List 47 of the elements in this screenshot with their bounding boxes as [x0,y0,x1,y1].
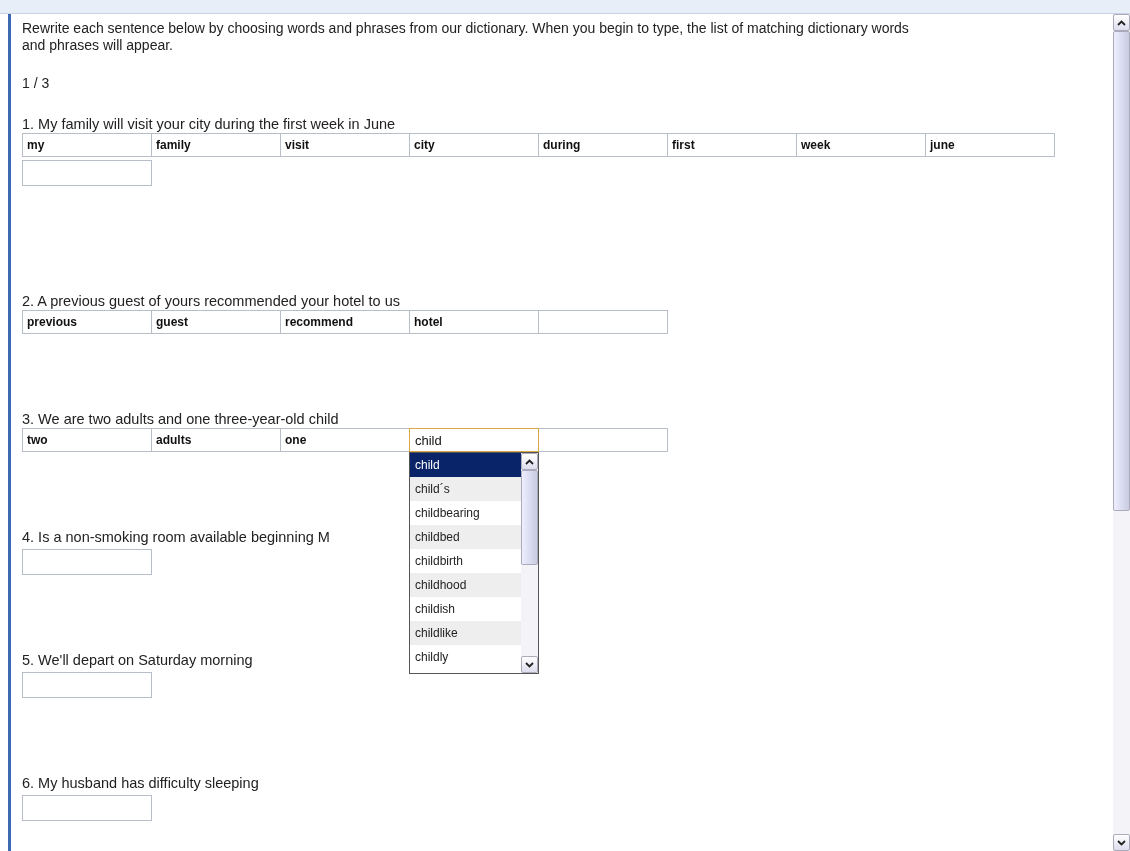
scrollbar[interactable] [521,453,538,673]
word-cell: city [409,133,539,157]
answer-field[interactable] [22,549,152,575]
chevron-up-icon [525,458,534,465]
word-cell: first [667,133,797,157]
suggestion-item[interactable]: childhood [410,573,521,597]
chevron-down-icon [1117,839,1126,846]
instructions-text: Rewrite each sentence below by choosing words and phrases from our dictionary. When you begin to type, the list of matching dictionary words and phrases will appear. [22,20,910,54]
sentence-text: 2. A previous guest of yours recommended your hotel to us [22,292,401,310]
sentence-text: 5. We'll depart on Saturday morning [22,651,253,669]
suggestion-item[interactable]: childlike [410,621,521,645]
answer-field[interactable] [22,795,152,821]
suggestion-item[interactable]: child´s [410,477,521,501]
chevron-down-icon [525,661,534,668]
sentence-text: 1. My family will visit your city during the first week in June [22,115,396,133]
word-cell: hotel [409,310,539,334]
page-counter: 1 / 3 [22,75,51,92]
word-cell: family [151,133,281,157]
scrollbar[interactable] [1113,14,1130,851]
sentence-text: 6. My husband has difficulty sleeping [22,774,259,792]
word-cell: adults [151,428,281,452]
word-cell: two [22,428,152,452]
word-cell: june [925,133,1055,157]
word-cell: my [22,133,152,157]
word-cell: recommend [280,310,410,334]
word-cell: week [796,133,926,157]
chevron-up-icon [1117,19,1126,26]
word-cell: guest [151,310,281,334]
word-cell: one [280,428,410,452]
scroll-up-button[interactable] [521,453,538,470]
sentence-text: 4. Is a non-smoking room available beginning M [22,528,330,546]
scroll-up-button[interactable] [1113,14,1130,31]
word-input-field[interactable] [538,310,668,334]
answer-field[interactable] [22,672,152,698]
sentence-text: 3. We are two adults and one three-year-old child [22,410,339,428]
scroll-down-button[interactable] [1113,834,1130,851]
word-cell: previous [22,310,152,334]
scroll-thumb[interactable] [1113,31,1130,511]
word-input-field[interactable] [538,428,668,452]
word-cell: visit [280,133,410,157]
suggestion-item[interactable]: child [410,453,521,477]
scroll-down-button[interactable] [521,656,538,673]
word-cell: during [538,133,668,157]
answer-field[interactable] [22,160,152,186]
suggestion-item[interactable]: childbed [410,525,521,549]
word-input-field[interactable]: child [409,428,539,452]
scroll-thumb[interactable] [521,470,538,565]
